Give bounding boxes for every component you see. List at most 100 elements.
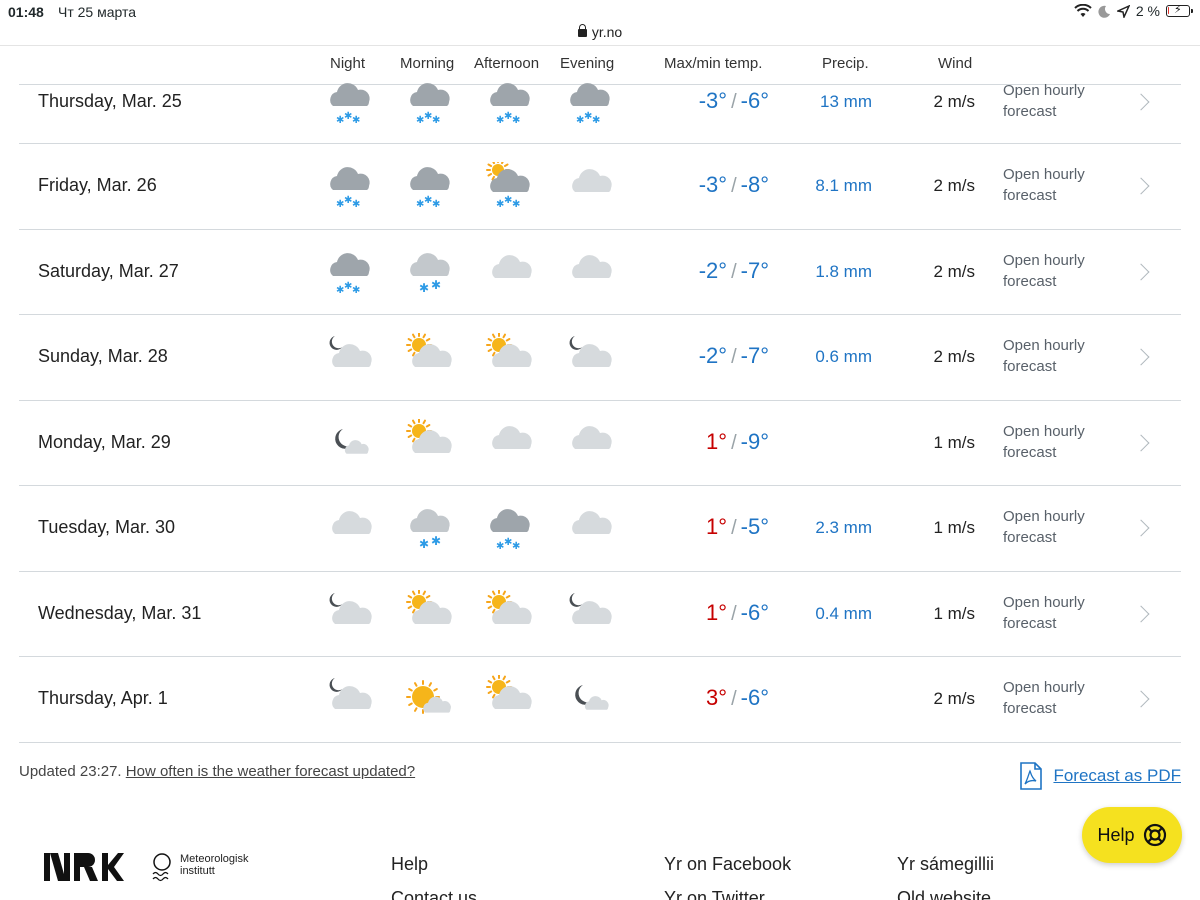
max-min-temp: 1° / -6° (706, 599, 769, 625)
cloud-icon (325, 504, 373, 552)
link-line2: forecast (1003, 700, 1057, 717)
met-institute-logo[interactable]: Meteorologisk institutt (152, 853, 248, 883)
wind-speed: 1 m/s (933, 603, 975, 623)
link-line1: Open hourly (1003, 337, 1085, 354)
battery-icon: ⚡ (1166, 4, 1193, 17)
link-line2: forecast (1003, 529, 1057, 546)
nrk-logo[interactable] (44, 853, 124, 881)
min-temp: -8° (740, 172, 769, 197)
open-hourly-forecast-link[interactable]: Open hourly forecast (1003, 506, 1113, 548)
updated-info: Updated 23:27. How often is the weather … (19, 763, 415, 780)
snow-cloud-icon: ✱ ✱ ✱ (325, 162, 373, 210)
link-line1: Open hourly (1003, 508, 1085, 525)
footer-twitter-link[interactable]: Yr on Twitter (664, 888, 765, 900)
max-min-temp: 3° / -6° (706, 685, 769, 710)
forecast-row[interactable]: Saturday, Mar. 27 ✱ ✱ ✱ ✱ ✱ -2° / -7° 1.8 mm 2 m/s… (19, 230, 1181, 315)
open-hourly-forecast-link[interactable]: Open hourly forecast (1003, 164, 1113, 206)
sun-cloud-icon (485, 332, 533, 381)
forecast-row[interactable]: Monday, Mar. 29 1° / -9° 1 m/s Open hourly for… (19, 401, 1181, 486)
forecast-row[interactable]: Tuesday, Mar. 30 ✱ ✱ ✱ ✱ ✱ 1° / -5° 2.3 mm 1 m/s Op… (19, 486, 1181, 572)
footer-old-website-link[interactable]: Old website (897, 888, 991, 900)
min-temp: -7° (740, 257, 769, 283)
max-min-temp: -3° / -8° (698, 172, 769, 197)
svg-text:✱: ✱ (432, 115, 440, 126)
max-temp: 1° (706, 599, 728, 625)
address-bar[interactable]: yr.no (0, 24, 1200, 40)
max-temp: -2° (698, 257, 728, 283)
open-hourly-forecast-link[interactable]: Open hourly forecast (1003, 80, 1113, 122)
open-hourly-forecast-link[interactable]: Open hourly forecast (1003, 250, 1113, 292)
sun-cloud-icon (405, 332, 453, 381)
footer-facebook-link[interactable]: Yr on Facebook (664, 854, 791, 875)
svg-text:✱: ✱ (352, 199, 360, 210)
sun-cloud-icon (485, 674, 533, 723)
wifi-icon (1074, 4, 1092, 17)
help-label: Help (1097, 824, 1135, 845)
wind-speed: 2 m/s (933, 92, 975, 111)
chevron-right-icon[interactable] (1132, 605, 1150, 622)
open-hourly-forecast-link[interactable]: Open hourly forecast (1003, 677, 1113, 719)
forecast-row[interactable]: Thursday, Mar. 25 ✱ ✱ ✱ ✱ ✱ ✱ ✱ ✱ ✱ ✱ ✱ ✱ -3° / -6° 13 m… (19, 82, 1181, 144)
sun-cloud-icon (405, 588, 453, 638)
link-line1: Open hourly (1003, 251, 1085, 269)
moon-cloud-icon (325, 333, 373, 381)
snow-cloud-icon: ✱ ✱ ✱ (405, 78, 453, 126)
footer-sami-link[interactable]: Yr sámegillii (897, 854, 994, 875)
link-line2: forecast (1003, 103, 1057, 120)
chevron-right-icon[interactable] (1132, 177, 1150, 195)
precipitation: 1.8 mm (815, 261, 872, 281)
max-min-temp: -2° / -7° (698, 257, 769, 283)
min-temp: -6° (740, 685, 769, 710)
chevron-right-icon[interactable] (1132, 263, 1150, 280)
chevron-right-icon[interactable] (1132, 690, 1150, 708)
day-label: Thursday, Mar. 25 (38, 91, 182, 111)
svg-text:✱: ✱ (512, 199, 520, 210)
svg-text:✱: ✱ (419, 537, 429, 551)
lifebuoy-icon (1143, 823, 1166, 847)
day-label: Friday, Mar. 26 (38, 175, 157, 195)
sun-cloud-icon (405, 417, 453, 467)
forecast-row[interactable]: Wednesday, Mar. 31 1° / -6° 0.4 mm 1 m/s Open … (19, 572, 1181, 657)
update-frequency-link[interactable]: How often is the weather forecast update… (126, 763, 415, 780)
precipitation: 8.1 mm (815, 176, 872, 195)
moon-icon (1098, 5, 1110, 18)
col-evening: Evening (560, 55, 615, 72)
footer-contact-link[interactable]: Contact us (391, 888, 477, 900)
browser-status-bar: 01:48 Чт 25 марта yr.no 2 % ⚡ (0, 0, 1200, 46)
link-line1: Open hourly (1003, 422, 1085, 440)
wind-speed: 2 m/s (933, 261, 975, 281)
footer-help-link[interactable]: Help (391, 854, 428, 875)
link-line2: forecast (1003, 358, 1057, 375)
open-hourly-forecast-link[interactable]: Open hourly forecast (1003, 592, 1113, 634)
chevron-right-icon[interactable] (1132, 93, 1150, 111)
help-button[interactable]: Help (1082, 807, 1182, 863)
link-line2: forecast (1003, 187, 1057, 204)
location-icon (1116, 4, 1130, 18)
light-snow-cloud-icon: ✱ ✱ (405, 504, 453, 552)
open-hourly-forecast-link[interactable]: Open hourly forecast (1003, 335, 1113, 377)
chevron-right-icon[interactable] (1132, 434, 1150, 451)
moon-small-cloud-icon (325, 419, 373, 467)
max-temp: 3° (706, 685, 728, 710)
forecast-pdf-link[interactable]: Forecast as PDF (1019, 762, 1181, 790)
cloud-icon (485, 248, 533, 296)
svg-text:✱: ✱ (419, 281, 429, 295)
svg-text:✱: ✱ (592, 115, 600, 126)
col-wind: Wind (938, 55, 973, 72)
forecast-row[interactable]: Thursday, Apr. 1 3° / -6° 2 m/s Open hourly fo… (19, 657, 1181, 743)
forecast-row[interactable]: Sunday, Mar. 28 -2° / -7° 0.6 mm 2 m/s Open ho… (19, 315, 1181, 401)
max-min-temp: -2° / -7° (698, 343, 769, 368)
chevron-right-icon[interactable] (1132, 348, 1150, 366)
wind-speed: 2 m/s (933, 176, 975, 195)
svg-text:✱: ✱ (512, 115, 520, 126)
chevron-right-icon[interactable] (1132, 519, 1150, 537)
snow-cloud-icon: ✱ ✱ ✱ (485, 78, 533, 126)
day-label: Monday, Mar. 29 (38, 431, 171, 452)
day-label: Wednesday, Mar. 31 (38, 602, 202, 623)
forecast-row[interactable]: Friday, Mar. 26 ✱ ✱ ✱ ✱ ✱ ✱ ✱ ✱ ✱ -3° / -8° 8.1 mm 2 m… (19, 144, 1181, 230)
wind-speed: 1 m/s (933, 518, 975, 537)
open-hourly-forecast-link[interactable]: Open hourly forecast (1003, 421, 1113, 463)
snow-cloud-icon: ✱ ✱ ✱ (405, 162, 453, 210)
moon-cloud-icon (325, 675, 373, 723)
svg-text:✱: ✱ (352, 115, 360, 126)
